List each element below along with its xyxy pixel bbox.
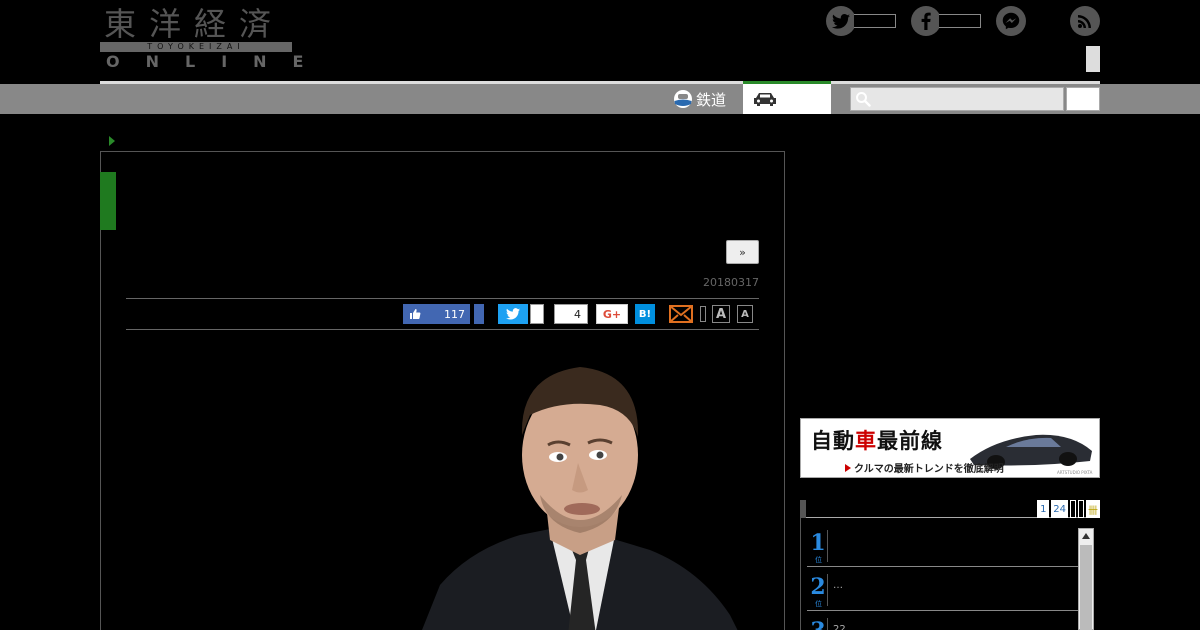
rank-number: 1	[810, 530, 826, 556]
ranking-tab-extra[interactable]: 卌	[1086, 500, 1100, 518]
scroll-thumb[interactable]	[1080, 545, 1092, 630]
ranking-tab-24h[interactable]: 24	[1051, 500, 1068, 518]
tweet-button[interactable]	[498, 304, 528, 324]
mail-share-button[interactable]	[668, 304, 694, 324]
rank-number: 2	[810, 574, 826, 600]
rank-title: 22	[833, 624, 846, 630]
twitter-follow[interactable]	[826, 6, 896, 36]
search-button[interactable]	[1066, 87, 1100, 111]
ranking-tabs: 1 24 卌	[1037, 500, 1100, 518]
article-date: 20180317	[703, 276, 759, 289]
facebook-share-button[interactable]	[474, 304, 484, 324]
train-icon	[674, 90, 692, 108]
twitter-icon	[826, 6, 856, 36]
rank-number: 3	[809, 620, 827, 630]
messenger-icon	[996, 6, 1026, 36]
tweet-count-box	[530, 304, 544, 324]
facebook-icon	[911, 6, 941, 36]
font-size-small-button[interactable]: A	[737, 305, 753, 323]
twitter-bird-icon	[506, 308, 520, 320]
nav-tab-car[interactable]	[743, 81, 831, 114]
rank-title: …	[833, 580, 843, 591]
messenger-follow[interactable]	[996, 6, 1026, 36]
rank-divider	[827, 574, 828, 606]
twitter-count-box	[854, 14, 896, 28]
share-rule-top	[126, 298, 759, 299]
rank-divider	[827, 618, 828, 630]
ranking-item[interactable]: 1 位	[807, 524, 1079, 567]
pocket-count-box[interactable]: 4	[554, 304, 588, 324]
share-spacer	[700, 306, 706, 322]
nav-tab-railway[interactable]: 鉄道	[673, 84, 726, 114]
breadcrumb-arrow-icon	[109, 136, 115, 146]
pocket-count: 4	[574, 307, 581, 321]
facebook-like-count: 117	[444, 307, 465, 321]
banner-subtitle: クルマの最新トレンドを徹底解明	[845, 460, 1004, 475]
nav-tab-railway-label: 鉄道	[696, 90, 727, 109]
hatena-bookmark-button[interactable]: B!	[635, 304, 655, 324]
article-photo	[422, 367, 738, 630]
rank-unit: 位	[815, 556, 822, 564]
logo-online: ONLINE	[106, 52, 330, 71]
ranking-tab-month[interactable]	[1078, 500, 1084, 518]
header-widget[interactable]	[1086, 46, 1100, 72]
thumbs-up-icon	[410, 309, 421, 319]
search-bar	[850, 87, 1100, 111]
google-plus-button[interactable]: G+	[596, 304, 628, 324]
facebook-follow[interactable]	[911, 6, 981, 36]
search-input[interactable]	[850, 87, 1064, 111]
rss-icon[interactable]	[1070, 6, 1100, 36]
ranking-scrollbar[interactable]	[1078, 528, 1094, 630]
ranking-header: 1 24 卌	[800, 500, 1100, 518]
next-page-button[interactable]: »	[726, 240, 759, 264]
banner-title: 自動車最前線	[811, 429, 943, 453]
mail-icon	[669, 305, 693, 323]
share-rule-bottom	[126, 329, 759, 330]
scroll-up-arrow-icon[interactable]	[1082, 533, 1090, 539]
logo-sub: TOYOKEIZAI	[147, 42, 245, 51]
ranking-header-bar	[800, 500, 806, 518]
search-icon	[856, 92, 871, 107]
rank-divider	[827, 530, 828, 562]
category-tag	[100, 172, 116, 230]
car-frontline-banner[interactable]: 自動車最前線 クルマの最新トレンドを徹底解明 ARTSTUDIO PIXTA	[800, 418, 1100, 478]
ranking-list: 1 位 2 位 … 3 位 22	[800, 518, 1100, 630]
ranking-item[interactable]: 2 位 …	[807, 568, 1079, 611]
logo-kanji: 東洋経済	[104, 5, 285, 43]
facebook-count-box	[939, 14, 981, 28]
banner-credit: ARTSTUDIO PIXTA	[1057, 470, 1093, 475]
ranking-tab-1h[interactable]: 1	[1037, 500, 1050, 518]
rank-unit: 位	[815, 600, 822, 608]
site-logo[interactable]: 東洋経済 TOYOKEIZAI ONLINE	[100, 5, 303, 71]
ranking-tab-week[interactable]	[1070, 500, 1076, 518]
facebook-like-button[interactable]: 117	[403, 304, 470, 324]
font-size-large-button[interactable]: A	[712, 305, 730, 323]
car-icon	[754, 93, 776, 106]
ranking-item[interactable]: 3 位 22	[807, 612, 1079, 630]
